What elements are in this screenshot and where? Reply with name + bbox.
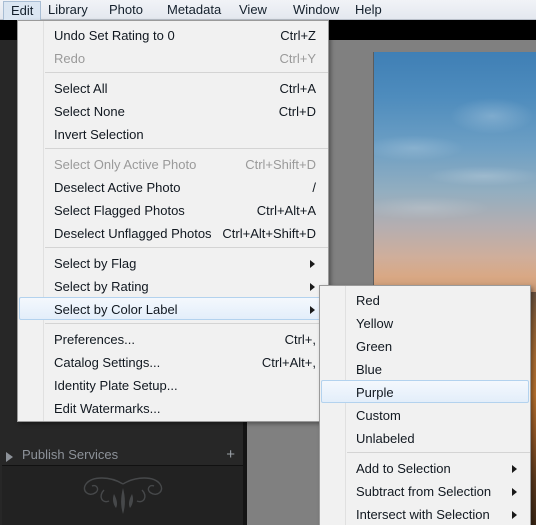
menu-item-label: Identity Plate Setup... xyxy=(54,378,178,393)
submenu-arrow-icon xyxy=(310,306,315,314)
menu-item-label: Preferences... xyxy=(54,332,135,347)
menu-item-purple[interactable]: Purple xyxy=(321,380,529,403)
menu-separator xyxy=(18,69,328,76)
menu-item-yellow[interactable]: Yellow xyxy=(321,311,529,334)
menu-item-label: Red xyxy=(356,293,380,308)
menu-item-shortcut: Ctrl+Alt+Shift+D xyxy=(222,226,316,241)
menu-item-subtract-from-selection[interactable]: Subtract from Selection xyxy=(321,479,529,502)
submenu-arrow-icon xyxy=(512,511,517,519)
menu-item-green[interactable]: Green xyxy=(321,334,529,357)
menu-item-label: Undo Set Rating to 0 xyxy=(54,28,175,43)
menu-item-redo: Redo Ctrl+Y xyxy=(19,46,327,69)
menu-item-shortcut: Ctrl+D xyxy=(278,104,316,119)
disclosure-triangle-icon[interactable] xyxy=(6,452,13,462)
menu-item-add-to-selection[interactable]: Add to Selection xyxy=(321,456,529,479)
submenu-arrow-icon xyxy=(310,260,315,268)
menu-item-shortcut: Ctrl+, xyxy=(284,332,316,347)
menu-item-shortcut: / xyxy=(312,180,316,195)
menu-item-label: Green xyxy=(356,339,393,354)
plus-icon[interactable]: + xyxy=(226,444,235,466)
menu-item-label: Select Flagged Photos xyxy=(54,203,185,218)
menu-item-invert-selection[interactable]: Invert Selection xyxy=(19,122,327,145)
menu-item-label: Intersect with Selection xyxy=(356,507,490,522)
menu-separator xyxy=(18,320,328,327)
menu-item-label: Deselect Active Photo xyxy=(54,180,181,195)
filigree-ornament xyxy=(83,477,163,514)
menu-item-shortcut: Ctrl+Y xyxy=(279,51,316,66)
menu-item-custom[interactable]: Custom xyxy=(321,403,529,426)
submenu-arrow-icon xyxy=(310,283,315,291)
menu-item-select-by-rating[interactable]: Select by Rating xyxy=(19,274,327,297)
menu-item-label: Select None xyxy=(54,104,125,119)
color-label-submenu: Red Yellow Green Blue Purple Custom Unlabeled A… xyxy=(319,285,531,525)
menubar-item-edit[interactable]: Edit xyxy=(3,1,42,20)
edit-dropdown-menu: Undo Set Rating to 0 Ctrl+Z Redo Ctrl+Y Sele… xyxy=(17,20,329,422)
menu-item-select-flagged-photos[interactable]: Select Flagged Photos Ctrl+Alt+A xyxy=(19,198,327,221)
menu-item-label: Invert Selection xyxy=(54,127,144,142)
menu-item-preferences[interactable]: Preferences... Ctrl+, xyxy=(19,327,327,350)
menubar-item-metadata[interactable]: Metadata xyxy=(160,1,228,19)
menu-bar: Edit Library Photo Metadata View Window Help xyxy=(0,0,536,20)
menu-separator xyxy=(320,449,530,456)
menu-item-shortcut: Ctrl+Alt+A xyxy=(256,203,316,218)
menu-item-label: Unlabeled xyxy=(356,431,415,446)
menu-item-catalog-settings[interactable]: Catalog Settings... Ctrl+Alt+, xyxy=(19,350,327,373)
menu-item-select-none[interactable]: Select None Ctrl+D xyxy=(19,99,327,122)
menu-item-select-by-color-label[interactable]: Select by Color Label xyxy=(19,297,327,320)
submenu-arrow-icon xyxy=(512,465,517,473)
menu-item-blue[interactable]: Blue xyxy=(321,357,529,380)
menu-item-unlabeled[interactable]: Unlabeled xyxy=(321,426,529,449)
menu-item-label: Redo xyxy=(54,51,86,66)
publish-services-label: Publish Services xyxy=(22,447,119,462)
menu-item-label: Yellow xyxy=(356,316,394,331)
menu-item-label: Deselect Unflagged Photos xyxy=(54,226,212,241)
menu-separator xyxy=(18,145,328,152)
menu-item-label: Select by Flag xyxy=(54,256,137,271)
menu-item-undo-set-rating-to-0[interactable]: Undo Set Rating to 0 Ctrl+Z xyxy=(19,23,327,46)
menubar-item-window[interactable]: Window xyxy=(286,1,346,19)
menubar-item-library[interactable]: Library xyxy=(41,1,95,19)
menu-item-select-by-flag[interactable]: Select by Flag xyxy=(19,251,327,274)
menu-item-shortcut: Ctrl+Alt+, xyxy=(261,355,316,370)
lightroom-window: Publish Services + Edit Library Photo Me… xyxy=(0,0,536,525)
menu-item-shortcut: Ctrl+Z xyxy=(280,28,316,43)
menu-item-red[interactable]: Red xyxy=(321,288,529,311)
publish-services-header[interactable]: Publish Services + xyxy=(0,444,247,466)
menu-item-label: Subtract from Selection xyxy=(356,484,492,499)
menubar-item-photo[interactable]: Photo xyxy=(102,1,150,19)
menu-item-label: Select All xyxy=(54,81,108,96)
menu-item-select-only-active-photo: Select Only Active Photo Ctrl+Shift+D xyxy=(19,152,327,175)
menu-item-deselect-active-photo[interactable]: Deselect Active Photo / xyxy=(19,175,327,198)
menu-item-shortcut: Ctrl+A xyxy=(279,81,316,96)
menu-item-shortcut: Ctrl+Shift+D xyxy=(245,157,316,172)
menu-item-label: Blue xyxy=(356,362,383,377)
menu-item-label: Select by Rating xyxy=(54,279,149,294)
menu-item-label: Select Only Active Photo xyxy=(54,157,197,172)
menu-item-deselect-unflagged-photos[interactable]: Deselect Unflagged Photos Ctrl+Alt+Shift+… xyxy=(19,221,327,244)
menu-item-intersect-with-selection[interactable]: Intersect with Selection xyxy=(321,502,529,525)
menu-item-label: Edit Watermarks... xyxy=(54,401,161,416)
menu-item-identity-plate-setup[interactable]: Identity Plate Setup... xyxy=(19,373,327,396)
menu-item-label: Add to Selection xyxy=(356,461,451,476)
photo-sky-region xyxy=(374,52,536,302)
menu-item-label: Purple xyxy=(356,385,394,400)
menubar-item-help[interactable]: Help xyxy=(348,1,389,19)
menu-separator xyxy=(18,244,328,251)
menu-item-label: Catalog Settings... xyxy=(54,355,161,370)
menu-item-select-all[interactable]: Select All Ctrl+A xyxy=(19,76,327,99)
menubar-item-view[interactable]: View xyxy=(232,1,274,19)
submenu-arrow-icon xyxy=(512,488,517,496)
menu-item-label: Select by Color Label xyxy=(54,302,178,317)
menu-item-label: Custom xyxy=(356,408,401,423)
menu-item-edit-watermarks[interactable]: Edit Watermarks... xyxy=(19,396,327,419)
